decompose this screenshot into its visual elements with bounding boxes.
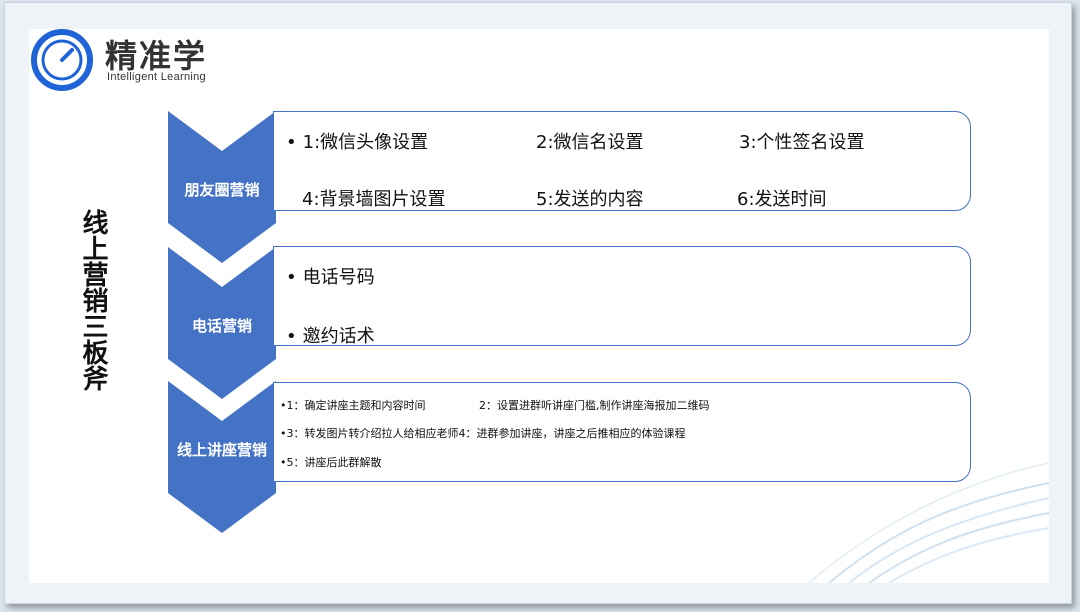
section-3-box: •1：确定讲座主题和内容时间 2：设置进群听讲座门槛,制作讲座海报加二维码 •3… [273,382,971,482]
section-1-item: 5:发送的内容 [536,189,644,210]
section-3-item: •3：转发图片转介绍拉人给相应老师4：进群参加讲座，讲座之后推相应的体验课程 [280,427,686,440]
section-1-item: • 1:微信头像设置 [286,132,429,153]
section-2-box: • 电话号码 • 邀约话术 [273,246,971,347]
section-2-label: 电话营销 [191,317,252,335]
section-1-item: 2:微信名设置 [536,132,644,153]
section-1-item: 3:个性签名设置 [739,132,865,153]
section-1-item: 4:背景墙图片设置 [302,189,446,210]
section-1-box: • 1:微信头像设置 2:微信名设置 3:个性签名设置 4:背景墙图片设置 5:发… [273,111,971,211]
section-3-item: 2：设置进群听讲座门槛,制作讲座海报加二维码 [479,399,710,412]
slide-title: 线上营销三板斧 [78,209,108,391]
logo-dial-icon [31,29,93,91]
slide-frame: 精准学 Intelligent Learning 线上营销三板斧 朋友圈营销 •… [4,2,1072,604]
section-1-item: 6:发送时间 [737,189,827,210]
slide-content: 精准学 Intelligent Learning 线上营销三板斧 朋友圈营销 •… [29,29,1049,583]
section-3-item: •5：讲座后此群解散 [280,456,382,469]
section-3-item: •1：确定讲座主题和内容时间 [280,399,426,412]
brand-logo: 精准学 Intelligent Learning [31,29,231,91]
section-3-label: 线上讲座营销 [176,441,267,459]
section-1-label: 朋友圈营销 [184,181,260,199]
section-2-item: • 邀约话术 [286,326,375,347]
section-2-item: • 电话号码 [286,267,375,288]
logo-english-name: Intelligent Learning [107,71,206,83]
